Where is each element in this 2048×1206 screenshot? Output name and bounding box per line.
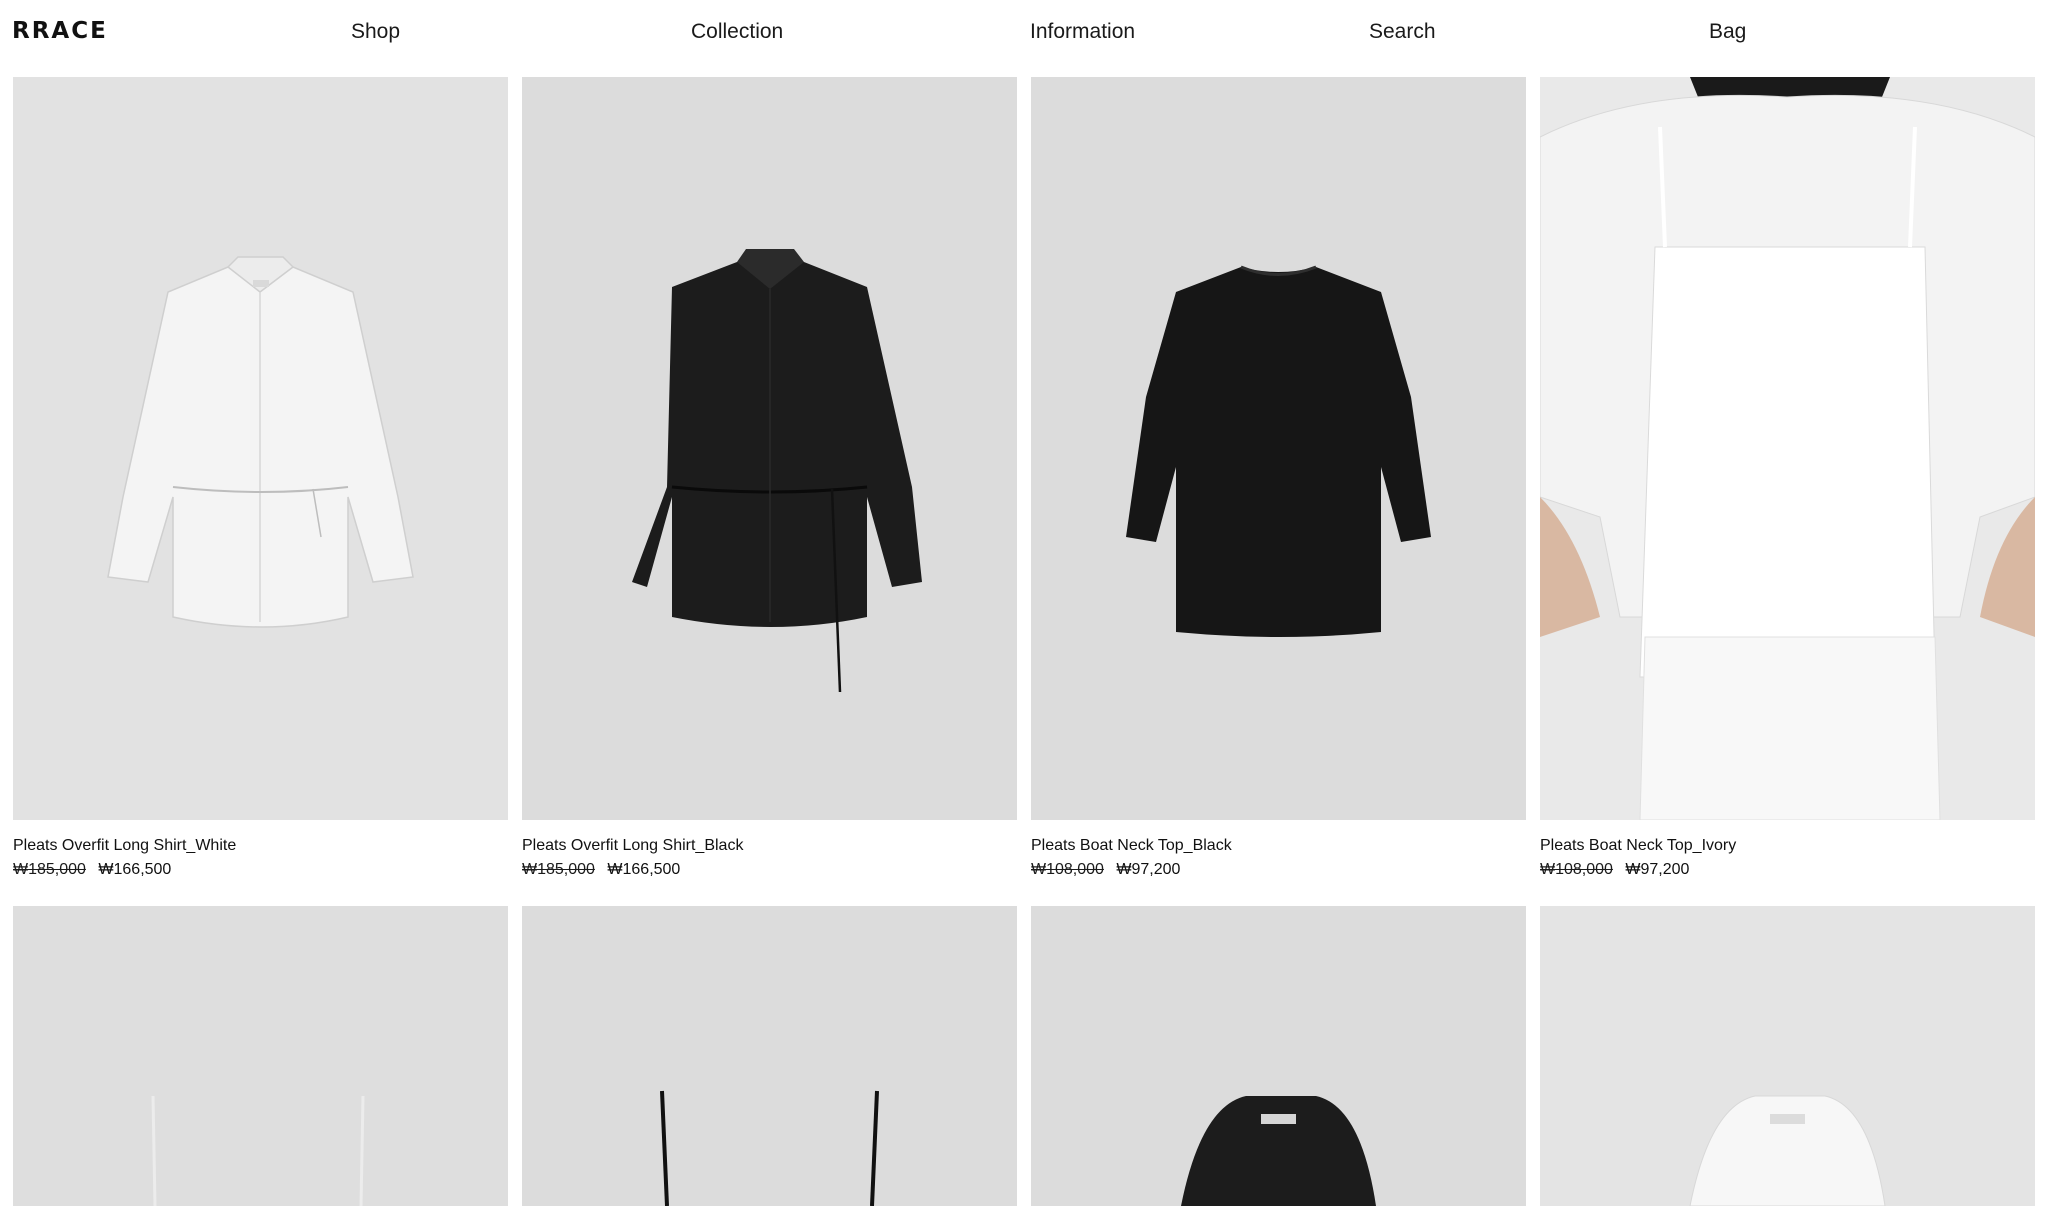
black-camisole-image <box>522 906 1017 1206</box>
sale-price: ₩166,500 <box>607 861 681 878</box>
nav-collection[interactable]: Collection <box>691 20 783 44</box>
product-prices: ₩185,000 ₩166,500 <box>13 861 171 879</box>
original-price: ₩108,000 <box>1540 861 1613 878</box>
product-name[interactable]: Pleats Overfit Long Shirt_White <box>13 837 236 855</box>
original-price: ₩185,000 <box>522 861 595 878</box>
black-collar-shirt-image <box>1031 906 1526 1206</box>
product-image[interactable] <box>522 77 1017 820</box>
product-name[interactable]: Pleats Boat Neck Top_Black <box>1031 837 1232 855</box>
product-image[interactable] <box>1031 77 1526 820</box>
nav-bag[interactable]: Bag <box>1709 20 1746 44</box>
product-image[interactable] <box>13 906 508 1206</box>
white-camisole-image <box>13 906 508 1206</box>
product-image[interactable] <box>1031 906 1526 1206</box>
product-name[interactable]: Pleats Boat Neck Top_Ivory <box>1540 837 1736 855</box>
product-name[interactable]: Pleats Overfit Long Shirt_Black <box>522 837 743 855</box>
nav-information[interactable]: Information <box>1030 20 1135 44</box>
nav-shop[interactable]: Shop <box>351 20 400 44</box>
product-image[interactable] <box>522 906 1017 1206</box>
model-ivory-top-image <box>1540 77 2035 820</box>
white-shirt-image <box>13 77 508 820</box>
product-prices: ₩185,000 ₩166,500 <box>522 861 680 879</box>
product-image[interactable] <box>1540 77 2035 820</box>
nav-search[interactable]: Search <box>1369 20 1436 44</box>
black-top-image <box>1031 77 1526 820</box>
site-header: RRACE Shop Collection Information Search… <box>0 0 2048 76</box>
product-prices: ₩108,000 ₩97,200 <box>1031 861 1180 879</box>
product-prices: ₩108,000 ₩97,200 <box>1540 861 1689 879</box>
sale-price: ₩166,500 <box>98 861 172 878</box>
sale-price: ₩97,200 <box>1116 861 1181 878</box>
white-collar-shirt-image <box>1540 906 2035 1206</box>
product-image[interactable] <box>1540 906 2035 1206</box>
original-price: ₩108,000 <box>1031 861 1104 878</box>
black-shirt-image <box>522 77 1017 820</box>
product-image[interactable] <box>13 77 508 820</box>
sale-price: ₩97,200 <box>1625 861 1690 878</box>
original-price: ₩185,000 <box>13 861 86 878</box>
brand-logo[interactable]: RRACE <box>12 18 108 44</box>
